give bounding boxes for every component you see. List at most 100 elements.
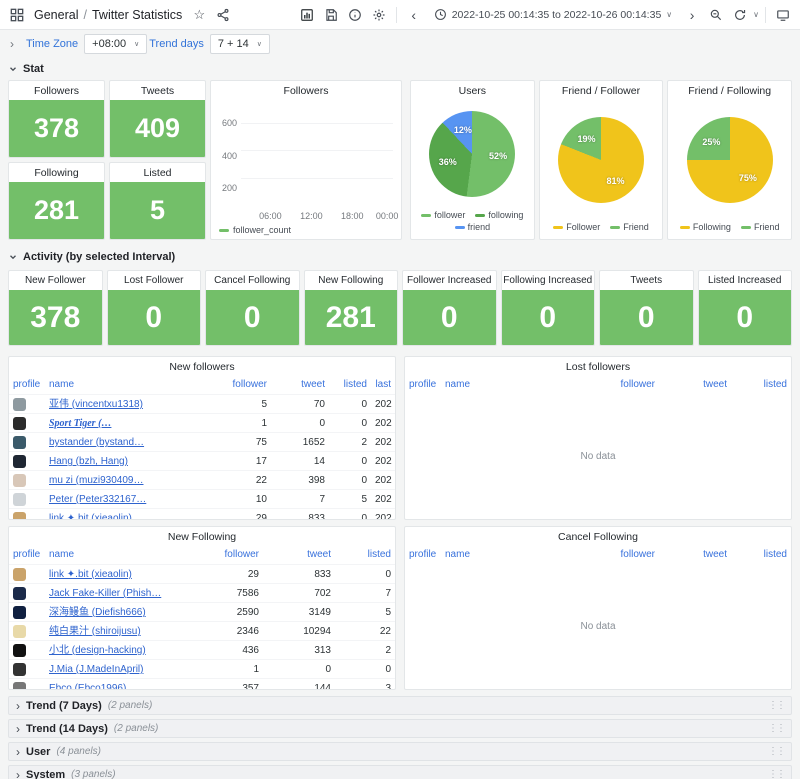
stat-value-area[interactable]: 0 xyxy=(600,290,693,345)
avatar[interactable] xyxy=(13,663,26,676)
stat-value-area[interactable]: 0 xyxy=(206,290,299,345)
avatar[interactable] xyxy=(13,644,26,657)
profile-link[interactable]: Peter (Peter332167… xyxy=(49,494,146,505)
column-header[interactable]: listed xyxy=(731,376,791,394)
profile-link[interactable]: 深海鳗鱼 (Diefish666) xyxy=(49,607,146,618)
profile-link[interactable]: bystander (bystand… xyxy=(49,437,144,448)
zoom-out-icon[interactable] xyxy=(705,4,727,26)
column-header[interactable]: profile xyxy=(9,376,45,394)
dashboard-row[interactable]: ›User(4 panels)⋮⋮ xyxy=(8,742,792,761)
column-header[interactable]: name xyxy=(45,546,187,564)
settings-gear-icon[interactable] xyxy=(368,4,390,26)
stat-value-area[interactable]: 409 xyxy=(110,100,205,157)
time-shift-back-icon[interactable]: ‹ xyxy=(403,4,425,26)
profile-link[interactable]: link ✦.bit (xieaolin) xyxy=(49,569,132,580)
column-header[interactable]: follower xyxy=(219,376,271,394)
avatar[interactable] xyxy=(13,625,26,638)
column-header[interactable]: name xyxy=(45,376,219,394)
star-icon[interactable]: ☆ xyxy=(188,4,210,26)
stat-value-area[interactable]: 378 xyxy=(9,100,104,157)
legend-item[interactable]: friend xyxy=(455,222,491,232)
stat-value-area[interactable]: 281 xyxy=(9,182,104,239)
avatar[interactable] xyxy=(13,474,26,487)
section-header-stat[interactable]: Stat xyxy=(0,60,800,78)
column-header[interactable]: listed xyxy=(335,546,395,564)
column-header[interactable]: tweet xyxy=(659,546,731,564)
column-header[interactable]: name xyxy=(441,546,583,564)
avatar[interactable] xyxy=(13,398,26,411)
avatar[interactable] xyxy=(13,682,26,689)
drag-handle-icon[interactable]: ⋮⋮ xyxy=(768,746,784,757)
legend-item[interactable]: Following xyxy=(680,222,731,232)
drag-handle-icon[interactable]: ⋮⋮ xyxy=(768,700,784,711)
profile-link[interactable]: Ebco (Ebco1996) xyxy=(49,683,126,689)
avatar[interactable] xyxy=(13,568,26,581)
profile-link[interactable]: 纯白果汁 (shiroijusu) xyxy=(49,626,141,637)
profile-link[interactable]: Sport Tiger (… xyxy=(49,418,111,429)
legend-item[interactable]: Friend xyxy=(610,222,649,232)
time-shift-forward-icon[interactable]: › xyxy=(681,4,703,26)
stat-value-area[interactable]: 0 xyxy=(108,290,201,345)
avatar[interactable] xyxy=(13,512,26,519)
breadcrumb-title[interactable]: Twitter Statistics xyxy=(92,8,182,22)
drag-handle-icon[interactable]: ⋮⋮ xyxy=(768,723,784,734)
stat-value-area[interactable]: 5 xyxy=(110,182,205,239)
avatar[interactable] xyxy=(13,455,26,468)
dashboard-row[interactable]: ›Trend (14 Days)(2 panels)⋮⋮ xyxy=(8,719,792,738)
variable-select[interactable]: 7 + 14∨ xyxy=(210,34,270,54)
info-circle-icon[interactable] xyxy=(344,4,366,26)
profile-link[interactable]: J.Mia (J.MadeInApril) xyxy=(49,664,143,675)
refresh-interval-caret-icon[interactable]: ∨ xyxy=(753,11,759,19)
column-header[interactable]: tweet xyxy=(263,546,335,564)
column-header[interactable]: profile xyxy=(405,546,441,564)
profile-link[interactable]: mu zi (muzi930409… xyxy=(49,475,143,486)
column-header[interactable]: listed xyxy=(329,376,371,394)
share-icon[interactable] xyxy=(212,4,234,26)
dashboard-row[interactable]: ›System(3 panels)⋮⋮ xyxy=(8,765,792,779)
tv-kiosk-icon[interactable] xyxy=(772,4,794,26)
stat-value-area[interactable]: 0 xyxy=(403,290,496,345)
profile-link[interactable]: link ✦.bit (xieaolin) xyxy=(49,513,132,519)
avatar[interactable] xyxy=(13,417,26,430)
pie-chart[interactable]: 81%19% xyxy=(558,117,644,203)
sidebar-expand-toggle[interactable]: › xyxy=(8,37,16,51)
profile-link[interactable]: 小北 (design-hacking) xyxy=(49,645,146,656)
column-header[interactable]: follower xyxy=(187,546,263,564)
legend-item[interactable]: following xyxy=(475,210,523,220)
legend-item[interactable]: Follower xyxy=(553,222,600,232)
time-range-picker[interactable]: 2022-10-25 00:14:35 to 2022-10-26 00:14:… xyxy=(427,4,679,26)
apps-grid-icon[interactable] xyxy=(6,4,28,26)
breadcrumb-folder[interactable]: General xyxy=(34,8,78,22)
stat-value-area[interactable]: 281 xyxy=(305,290,398,345)
dashboard-row[interactable]: ›Trend (7 Days)(2 panels)⋮⋮ xyxy=(8,696,792,715)
legend-label[interactable]: follower_count xyxy=(233,225,291,235)
refresh-icon[interactable] xyxy=(729,4,751,26)
column-header[interactable]: last xyxy=(371,376,395,394)
stat-value-area[interactable]: 378 xyxy=(9,290,102,345)
column-header[interactable]: name xyxy=(441,376,583,394)
column-header[interactable]: listed xyxy=(731,546,791,564)
avatar[interactable] xyxy=(13,493,26,506)
pie-chart[interactable]: 52%36%12% xyxy=(429,111,515,197)
column-header[interactable]: tweet xyxy=(271,376,329,394)
column-header[interactable]: profile xyxy=(9,546,45,564)
column-header[interactable]: profile xyxy=(405,376,441,394)
variable-select[interactable]: +08:00∨ xyxy=(84,34,147,54)
legend-item[interactable]: follower xyxy=(421,210,465,220)
profile-link[interactable]: Hang (bzh, Hang) xyxy=(49,456,128,467)
column-header[interactable]: follower xyxy=(583,546,659,564)
drag-handle-icon[interactable]: ⋮⋮ xyxy=(768,769,784,779)
column-header[interactable]: tweet xyxy=(659,376,731,394)
legend-item[interactable]: Friend xyxy=(741,222,780,232)
stat-value-area[interactable]: 0 xyxy=(699,290,792,345)
panel-chart-icon[interactable] xyxy=(296,4,318,26)
save-dashboard-icon[interactable] xyxy=(320,4,342,26)
avatar[interactable] xyxy=(13,606,26,619)
profile-link[interactable]: 亚伟 (vincentxu1318) xyxy=(49,399,143,410)
pie-chart[interactable]: 75%25% xyxy=(687,117,773,203)
section-header-activity[interactable]: Activity (by selected Interval) xyxy=(0,248,800,266)
avatar[interactable] xyxy=(13,587,26,600)
stat-value-area[interactable]: 0 xyxy=(502,290,595,345)
time-series-chart[interactable]: 600400200 06:0012:0018:0000:00 xyxy=(217,102,395,221)
profile-link[interactable]: Jack Fake-Killer (Phish… xyxy=(49,588,161,599)
